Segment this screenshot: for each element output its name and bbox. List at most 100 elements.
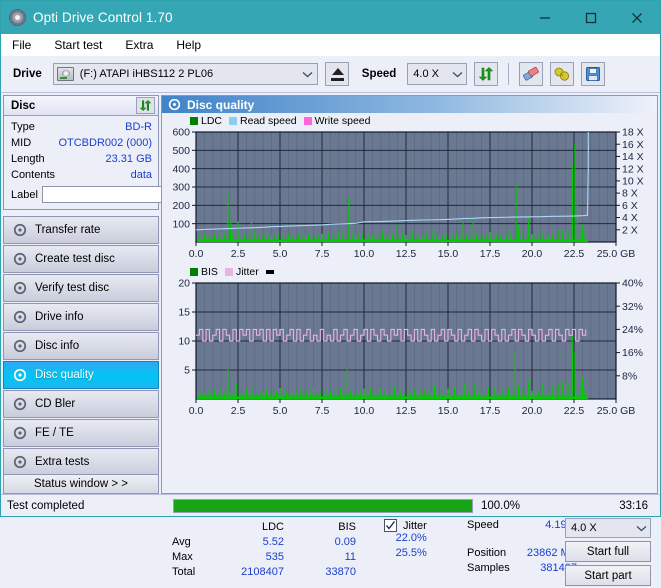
speed-key: Speed <box>467 519 499 531</box>
sidebar-item-disc-info[interactable]: Disc info <box>3 332 159 360</box>
position-key: Position <box>467 547 507 559</box>
speed-select[interactable]: 4.0 X <box>407 63 468 85</box>
maximize-button[interactable] <box>568 1 614 34</box>
drive-toolbar: Drive (F:) ATAPI iHBS112 2 PL06 Speed 4.… <box>1 56 660 93</box>
svg-text:5.0: 5.0 <box>273 405 288 417</box>
col-header-bis: BIS <box>338 520 356 533</box>
disc-contents-value: data <box>130 169 152 181</box>
disc-gear-icon <box>13 281 27 295</box>
disc-gear-icon <box>13 426 27 440</box>
svg-text:17.5: 17.5 <box>480 405 501 417</box>
speed-row: Speed 4.19 X <box>467 519 577 534</box>
sidebar-item-cd-bler[interactable]: CD Bler <box>3 390 159 418</box>
sidebar-item-transfer-rate[interactable]: Transfer rate <box>3 216 159 244</box>
cell-total-bis: 33870 <box>325 565 356 578</box>
eject-button[interactable] <box>324 62 349 86</box>
disc-gear-icon <box>13 368 27 382</box>
svg-text:10.0: 10.0 <box>354 248 375 260</box>
disc-gear-icon <box>13 397 27 411</box>
sidebar-item-disc-quality[interactable]: Disc quality <box>3 361 159 389</box>
start-full-button[interactable]: Start full <box>565 541 651 562</box>
menu-extra[interactable]: Extra <box>123 37 155 53</box>
disc-icon <box>9 9 26 26</box>
window-title: Opti Drive Control 1.70 <box>33 10 173 25</box>
drive-label: Drive <box>13 68 42 80</box>
menu-file[interactable]: File <box>10 37 33 53</box>
eraser-icon <box>523 66 540 81</box>
table-row: Avg 5.52 0.09 <box>170 534 358 549</box>
svg-text:2 X: 2 X <box>622 224 638 236</box>
disc-panel-title: Disc <box>11 99 36 112</box>
menu-start-test[interactable]: Start test <box>52 37 104 53</box>
action-buttons: 4.0 X Start full Start part <box>565 518 651 586</box>
jitter-max-value: 25.5% <box>395 547 427 559</box>
jitter-checkbox[interactable] <box>384 519 397 532</box>
position-row: Position 23862 MB <box>467 547 577 562</box>
status-bar: Test completed 100.0% 33:16 <box>1 494 660 516</box>
chevron-down-icon <box>448 71 466 78</box>
status-window-button[interactable]: Status window > > <box>3 474 159 494</box>
table-row: Max 535 11 <box>170 549 358 564</box>
start-part-button[interactable]: Start part <box>565 565 651 586</box>
disc-type-value: BD-R <box>125 121 152 133</box>
disc-length-value: 23.31 GB <box>105 153 152 165</box>
svg-text:10: 10 <box>178 336 190 348</box>
sidebar-item-label: Disc info <box>35 340 80 352</box>
disc-label-row: Label <box>11 185 244 204</box>
sidebar-item-verify-test-disc[interactable]: Verify test disc <box>3 274 159 302</box>
disc-refresh-button[interactable] <box>136 97 155 114</box>
svg-text:18 X: 18 X <box>622 128 644 139</box>
window-controls <box>522 1 660 34</box>
legend-item-write-speed: Write speed <box>303 115 371 127</box>
save-button[interactable] <box>581 62 606 86</box>
minimize-button[interactable] <box>522 1 568 34</box>
svg-text:22.5: 22.5 <box>564 248 585 260</box>
menu-help[interactable]: Help <box>174 37 203 53</box>
disc-gear-icon <box>13 339 27 353</box>
legend-label-bis: BIS <box>201 266 218 278</box>
sidebar-item-label: CD Bler <box>35 398 76 410</box>
disc-gear-icon <box>13 252 27 266</box>
svg-text:10.0: 10.0 <box>354 405 375 417</box>
bulb-button[interactable] <box>550 62 575 86</box>
disc-contents-key: Contents <box>11 169 56 181</box>
refresh-icon <box>479 67 494 81</box>
chart-legend-top: LDC Read speed Write speed <box>162 113 657 128</box>
legend-label-jitter: Jitter <box>235 266 259 278</box>
svg-text:15.0: 15.0 <box>438 405 459 417</box>
disc-gear-icon <box>168 98 181 111</box>
cell-avg-bis: 0.09 <box>334 535 356 548</box>
svg-text:20.0: 20.0 <box>522 405 543 417</box>
sidebar-item-label: Disc quality <box>35 369 94 381</box>
drive-select-value: (F:) ATAPI iHBS112 2 PL06 <box>79 68 214 80</box>
svg-text:2.5: 2.5 <box>231 248 246 260</box>
test-speed-value: 4.0 X <box>571 522 597 534</box>
drive-select[interactable]: (F:) ATAPI iHBS112 2 PL06 <box>52 63 318 85</box>
erase-button[interactable] <box>519 62 544 86</box>
disc-panel-header: Disc <box>4 96 158 116</box>
sidebar-item-label: Verify test disc <box>35 282 110 294</box>
sidebar-item-extra-tests[interactable]: Extra tests <box>3 448 159 476</box>
svg-text:500: 500 <box>172 145 190 157</box>
chevron-down-icon <box>299 71 317 78</box>
progress-percent: 100.0% <box>481 499 521 512</box>
sidebar-item-drive-info[interactable]: Drive info <box>3 303 159 331</box>
cell-max-ldc: 535 <box>265 550 284 563</box>
legend-swatch-jitter <box>224 268 233 276</box>
jitter-avg-value: 22.0% <box>395 532 427 544</box>
svg-text:5.0: 5.0 <box>273 248 288 260</box>
refresh-button[interactable] <box>474 62 499 86</box>
close-button[interactable] <box>614 1 660 34</box>
disc-quality-panel: Disc quality LDC Read speed Write speed … <box>161 95 658 586</box>
disc-gear-icon <box>13 223 27 237</box>
svg-text:5: 5 <box>184 365 190 377</box>
sidebar-item-label: Create test disc <box>35 253 115 265</box>
speed-label: Speed <box>361 68 397 80</box>
sidebar-item-create-test-disc[interactable]: Create test disc <box>3 245 159 273</box>
svg-text:20.0: 20.0 <box>522 248 543 260</box>
test-speed-select[interactable]: 4.0 X <box>565 518 651 538</box>
row-key-max: Max <box>172 550 193 563</box>
disc-row-mid: MID OTCBDR002 (000) <box>11 135 152 151</box>
sidebar-item-fe-te[interactable]: FE / TE <box>3 419 159 447</box>
legend-item-ldc: LDC <box>190 115 222 127</box>
